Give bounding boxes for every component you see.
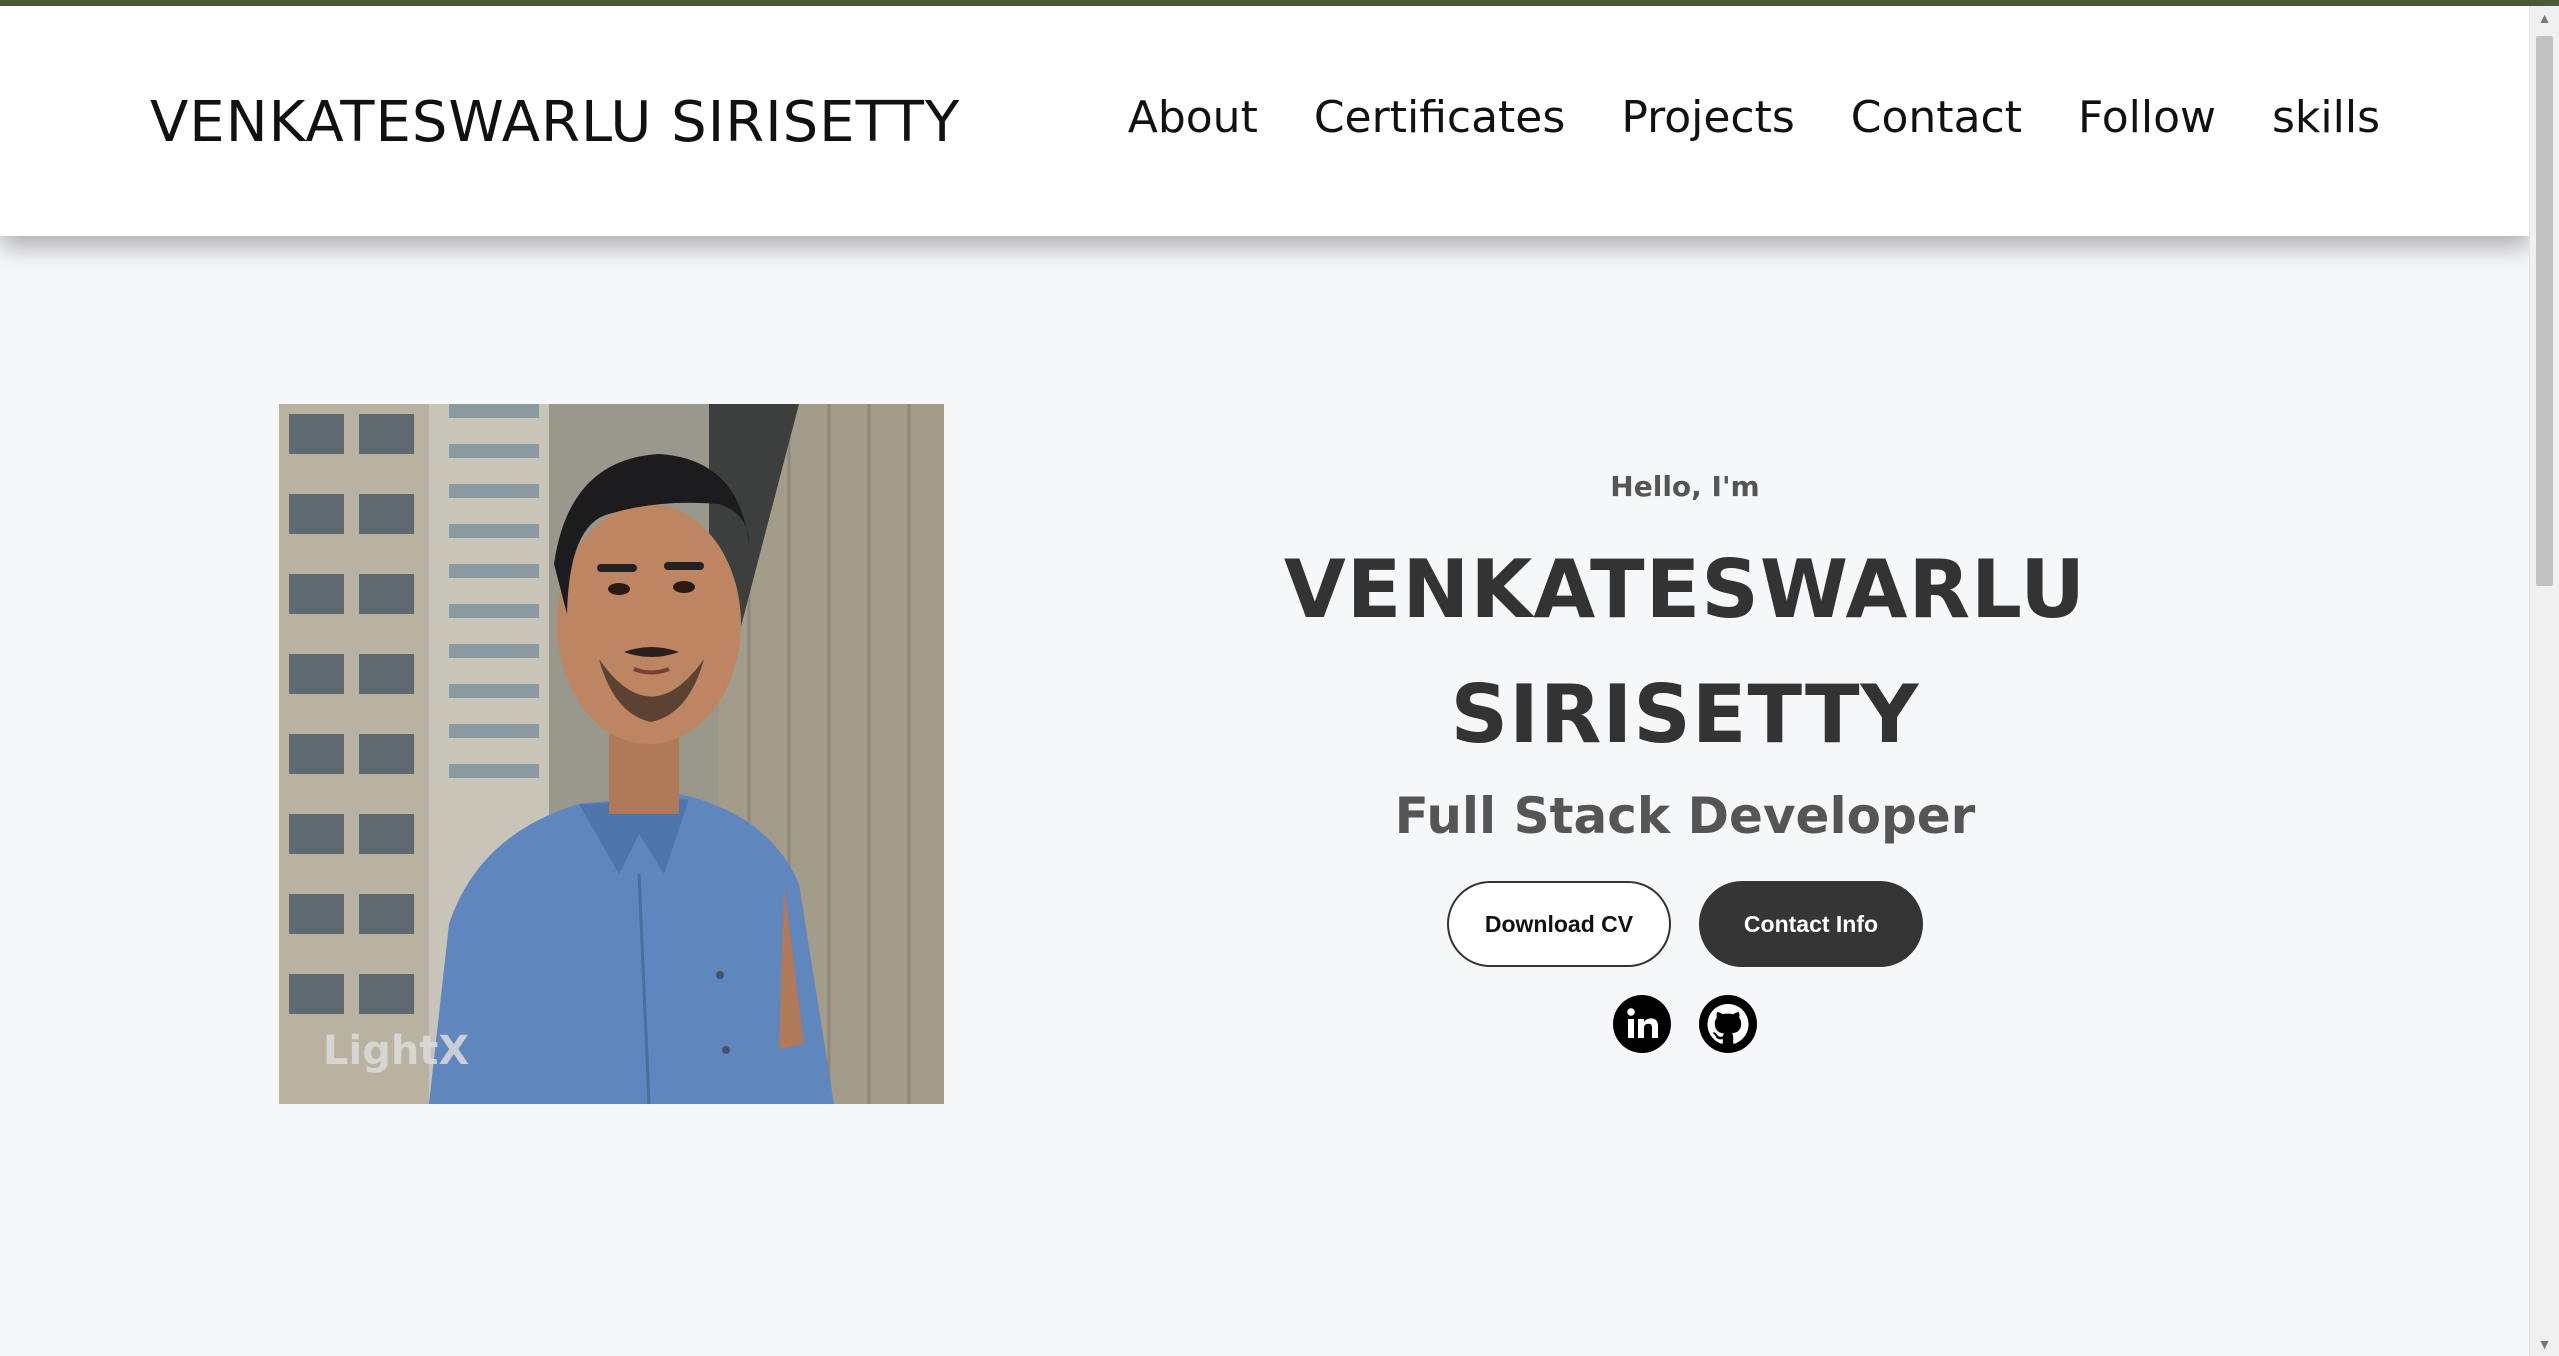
nav-link-projects[interactable]: Projects [1621, 92, 1794, 143]
hero-role: Full Stack Developer [1394, 787, 1976, 845]
hero-buttons: Download CV Contact Info [1230, 881, 2140, 967]
nav-link-contact[interactable]: Contact [1851, 92, 2022, 143]
profile-photo-illustration [279, 404, 944, 1104]
scroll-down-arrow-icon[interactable]: ▼ [2530, 1332, 2559, 1356]
site-logo-text[interactable]: VENKATESWARLU SIRISETTY [150, 90, 960, 155]
hero-greeting: Hello, I'm [1610, 470, 1760, 503]
nav-link-about[interactable]: About [1128, 92, 1258, 143]
nav-link-certificates[interactable]: Certificates [1314, 92, 1565, 143]
contact-info-button[interactable]: Contact Info [1699, 881, 1923, 967]
hero-name-last: SIRISETTY [1450, 668, 1920, 761]
vertical-scrollbar[interactable]: ▲ ▼ [2529, 6, 2559, 1356]
github-icon[interactable] [1699, 995, 1757, 1053]
nav-link-skills[interactable]: skills [2272, 92, 2380, 143]
hero-section: Hello, I'm VENKATESWARLU SIRISETTY Full … [1230, 470, 2140, 1053]
profile-photo: LightX [279, 404, 944, 1104]
site-header: VENKATESWARLU SIRISETTY About Certificat… [0, 6, 2530, 236]
main-nav: About Certificates Projects Contact Foll… [1128, 92, 2380, 143]
social-links [1230, 995, 2140, 1053]
nav-link-follow[interactable]: Follow [2078, 92, 2216, 143]
download-cv-button[interactable]: Download CV [1447, 881, 1671, 967]
linkedin-icon[interactable] [1613, 995, 1671, 1053]
hero-name-first: VENKATESWARLU [1283, 543, 2087, 636]
scroll-up-arrow-icon[interactable]: ▲ [2530, 6, 2559, 30]
scrollbar-thumb[interactable] [2536, 36, 2553, 586]
photo-watermark: LightX [323, 1028, 470, 1074]
